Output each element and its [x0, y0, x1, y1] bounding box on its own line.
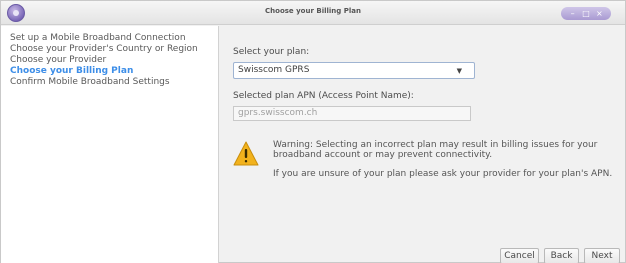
- apn-field: gprs.swisscom.ch: [233, 106, 471, 121]
- apn-label: Selected plan APN (Access Point Name):: [233, 91, 414, 101]
- plan-select[interactable]: Swisscom GPRS ▼: [233, 62, 475, 79]
- title-bar[interactable]: Choose your Billing Plan – □ ×: [1, 1, 625, 25]
- minimize-button[interactable]: –: [568, 9, 578, 19]
- warning-text-line2: broadband account or may prevent connect…: [273, 150, 493, 160]
- assistant-window: Choose your Billing Plan – □ × Set up a …: [0, 0, 626, 263]
- step-provider: Choose your Provider: [10, 55, 107, 65]
- step-country: Choose your Provider's Country or Region: [10, 44, 198, 54]
- step-confirm: Confirm Mobile Broadband Settings: [10, 77, 170, 87]
- back-button[interactable]: Back: [544, 248, 579, 263]
- cancel-button[interactable]: Cancel: [500, 248, 539, 263]
- warning-advice-text: If you are unsure of your plan please as…: [273, 169, 613, 179]
- next-button[interactable]: Next: [584, 248, 620, 263]
- window-controls: – □ ×: [561, 7, 611, 20]
- maximize-button[interactable]: □: [581, 9, 591, 19]
- plan-select-value: Swisscom GPRS: [238, 65, 310, 75]
- warning-icon: [233, 141, 259, 166]
- plan-label: Select your plan:: [233, 47, 310, 57]
- window-title: Choose your Billing Plan: [265, 7, 361, 15]
- step-setup: Set up a Mobile Broadband Connection: [10, 33, 186, 43]
- warning-text-line1: Warning: Selecting an incorrect plan may…: [273, 140, 598, 150]
- dropdown-arrow-icon: ▼: [456, 67, 462, 75]
- steps-sidebar: Set up a Mobile Broadband Connection Cho…: [1, 26, 219, 263]
- step-billing-plan: Choose your Billing Plan: [10, 66, 134, 76]
- close-button[interactable]: ×: [594, 9, 604, 19]
- main-panel: Select your plan: Swisscom GPRS ▼ Select…: [220, 26, 625, 263]
